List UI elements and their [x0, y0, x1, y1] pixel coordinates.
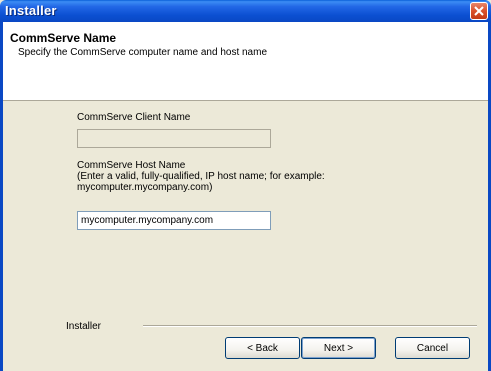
back-button[interactable]: < Back: [225, 337, 300, 359]
page-title: CommServe Name: [10, 31, 117, 45]
installer-window: Installer CommServe Name Specify the Com…: [0, 0, 491, 371]
title-bar: Installer: [0, 0, 491, 22]
window-title: Installer: [5, 3, 57, 18]
client-name-label: CommServe Client Name: [77, 112, 191, 123]
host-name-label: CommServe Host Name: [77, 160, 186, 171]
close-button[interactable]: [470, 2, 488, 20]
header-panel: CommServe Name Specify the CommServe com…: [3, 22, 488, 101]
close-icon: [474, 6, 484, 16]
next-button[interactable]: Next >: [301, 337, 376, 359]
host-name-hint: (Enter a valid, fully-qualified, IP host…: [77, 171, 325, 193]
page-subtitle: Specify the CommServe computer name and …: [18, 47, 268, 58]
footer-divider: [143, 325, 477, 327]
host-name-field[interactable]: [77, 211, 271, 230]
client-name-field[interactable]: [77, 129, 271, 148]
footer-label: Installer: [66, 321, 102, 332]
cancel-button[interactable]: Cancel: [395, 337, 470, 359]
